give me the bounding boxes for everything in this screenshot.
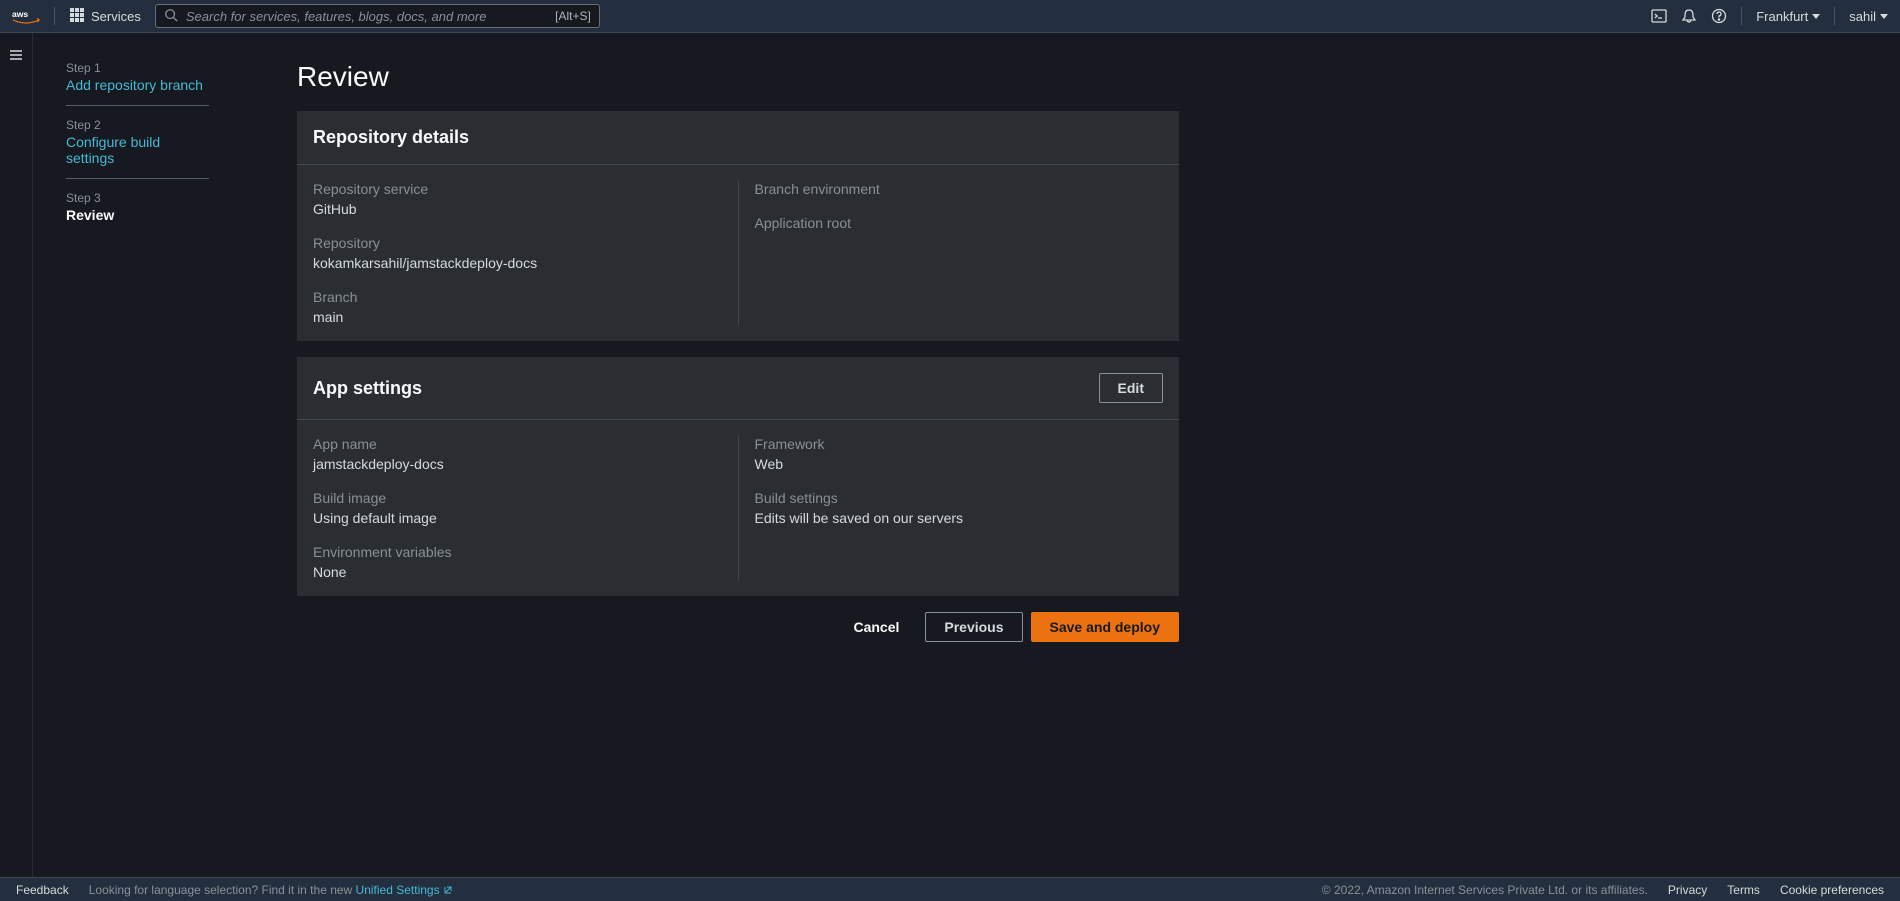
language-hint: Looking for language selection? Find it … <box>89 883 453 897</box>
divider <box>54 7 55 25</box>
repository-details-panel: Repository details Repository service Gi… <box>297 111 1179 341</box>
unified-settings-label: Unified Settings <box>356 883 440 897</box>
field-app-name: App name jamstackdeploy-docs <box>313 436 722 472</box>
field-label: Branch environment <box>755 181 1164 197</box>
divider <box>1834 7 1835 25</box>
hamburger-icon[interactable] <box>8 47 24 877</box>
field-label: Framework <box>755 436 1164 452</box>
field-build-settings: Build settings Edits will be saved on ou… <box>755 490 1164 526</box>
step-number: Step 2 <box>66 118 209 132</box>
field-repo-service: Repository service GitHub <box>313 181 722 217</box>
step-3: Step 3 Review <box>66 191 209 235</box>
step-link-add-repo[interactable]: Add repository branch <box>66 77 209 93</box>
field-value: jamstackdeploy-docs <box>313 456 722 472</box>
field-build-image: Build image Using default image <box>313 490 722 526</box>
field-value: GitHub <box>313 201 722 217</box>
field-value: Edits will be saved on our servers <box>755 510 1164 526</box>
caret-down-icon <box>1880 14 1888 19</box>
panel-title: Repository details <box>313 127 469 148</box>
field-label: Environment variables <box>313 544 722 560</box>
field-branch: Branch main <box>313 289 722 325</box>
field-value: Using default image <box>313 510 722 526</box>
wizard-actions: Cancel Previous Save and deploy <box>297 612 1179 642</box>
save-deploy-button[interactable]: Save and deploy <box>1031 612 1179 642</box>
footer-left: Feedback Looking for language selection?… <box>16 883 453 897</box>
panel-header: App settings Edit <box>297 357 1179 420</box>
cancel-button[interactable]: Cancel <box>835 612 917 642</box>
field-value: None <box>313 564 722 580</box>
col-right: Branch environment Application root <box>739 181 1164 325</box>
aws-logo[interactable]: aws <box>12 6 40 26</box>
top-nav: aws Services [Alt+S] Frankfurt <box>0 0 1900 33</box>
panel-body: Repository service GitHub Repository kok… <box>297 165 1179 341</box>
top-nav-right: Frankfurt sahil <box>1651 7 1888 25</box>
user-label: sahil <box>1849 9 1876 24</box>
footer: Feedback Looking for language selection?… <box>0 877 1900 901</box>
footer-right: © 2022, Amazon Internet Services Private… <box>1322 883 1884 897</box>
field-value: Web <box>755 456 1164 472</box>
region-label: Frankfurt <box>1756 9 1808 24</box>
divider <box>1741 7 1742 25</box>
col-left: Repository service GitHub Repository kok… <box>313 181 739 325</box>
grid-icon <box>69 7 85 26</box>
region-selector[interactable]: Frankfurt <box>1756 9 1820 24</box>
privacy-link[interactable]: Privacy <box>1668 883 1707 897</box>
field-label: Build image <box>313 490 722 506</box>
col-left: App name jamstackdeploy-docs Build image… <box>313 436 739 580</box>
wizard-steps: Step 1 Add repository branch Step 2 Conf… <box>66 61 209 877</box>
user-menu[interactable]: sahil <box>1849 9 1888 24</box>
services-label: Services <box>91 9 141 24</box>
help-icon[interactable] <box>1711 8 1727 24</box>
field-label: Build settings <box>755 490 1164 506</box>
step-link-build-settings[interactable]: Configure build settings <box>66 134 209 166</box>
field-label: Application root <box>755 215 1164 231</box>
copyright: © 2022, Amazon Internet Services Private… <box>1322 883 1648 897</box>
field-value: main <box>313 309 722 325</box>
side-rail <box>0 33 33 877</box>
search-input[interactable] <box>186 9 547 24</box>
top-nav-left: aws Services [Alt+S] <box>12 4 600 28</box>
edit-button[interactable]: Edit <box>1099 373 1163 403</box>
field-value: kokamkarsahil/jamstackdeploy-docs <box>313 255 722 271</box>
search-shortcut: [Alt+S] <box>555 9 591 23</box>
search-box[interactable]: [Alt+S] <box>155 4 600 28</box>
app-settings-panel: App settings Edit App name jamstackdeplo… <box>297 357 1179 596</box>
panel-body: App name jamstackdeploy-docs Build image… <box>297 420 1179 596</box>
field-repository: Repository kokamkarsahil/jamstackdeploy-… <box>313 235 722 271</box>
panel-title: App settings <box>313 378 422 399</box>
step-current-review: Review <box>66 207 209 223</box>
caret-down-icon <box>1812 14 1820 19</box>
field-branch-env: Branch environment <box>755 181 1164 197</box>
step-1: Step 1 Add repository branch <box>66 61 209 106</box>
field-env-vars: Environment variables None <box>313 544 722 580</box>
step-number: Step 1 <box>66 61 209 75</box>
content: Step 1 Add repository branch Step 2 Conf… <box>33 33 1900 877</box>
external-link-icon <box>443 885 453 895</box>
field-framework: Framework Web <box>755 436 1164 472</box>
cookie-preferences-link[interactable]: Cookie preferences <box>1780 883 1884 897</box>
unified-settings-link[interactable]: Unified Settings <box>356 883 453 897</box>
field-app-root: Application root <box>755 215 1164 231</box>
field-label: Repository <box>313 235 722 251</box>
search-icon <box>164 8 178 25</box>
field-label: Branch <box>313 289 722 305</box>
panel-header: Repository details <box>297 111 1179 165</box>
previous-button[interactable]: Previous <box>925 612 1022 642</box>
page: Review Repository details Repository ser… <box>297 61 1179 877</box>
field-label: App name <box>313 436 722 452</box>
page-title: Review <box>297 61 1179 93</box>
services-button[interactable]: Services <box>69 7 141 26</box>
field-label: Repository service <box>313 181 722 197</box>
notifications-icon[interactable] <box>1681 8 1697 24</box>
step-2: Step 2 Configure build settings <box>66 118 209 179</box>
col-right: Framework Web Build settings Edits will … <box>739 436 1164 580</box>
terms-link[interactable]: Terms <box>1727 883 1760 897</box>
svg-text:aws: aws <box>12 9 28 19</box>
language-hint-text: Looking for language selection? Find it … <box>89 883 356 897</box>
step-number: Step 3 <box>66 191 209 205</box>
feedback-link[interactable]: Feedback <box>16 883 69 897</box>
main-area: Step 1 Add repository branch Step 2 Conf… <box>0 33 1900 877</box>
cloudshell-icon[interactable] <box>1651 8 1667 24</box>
